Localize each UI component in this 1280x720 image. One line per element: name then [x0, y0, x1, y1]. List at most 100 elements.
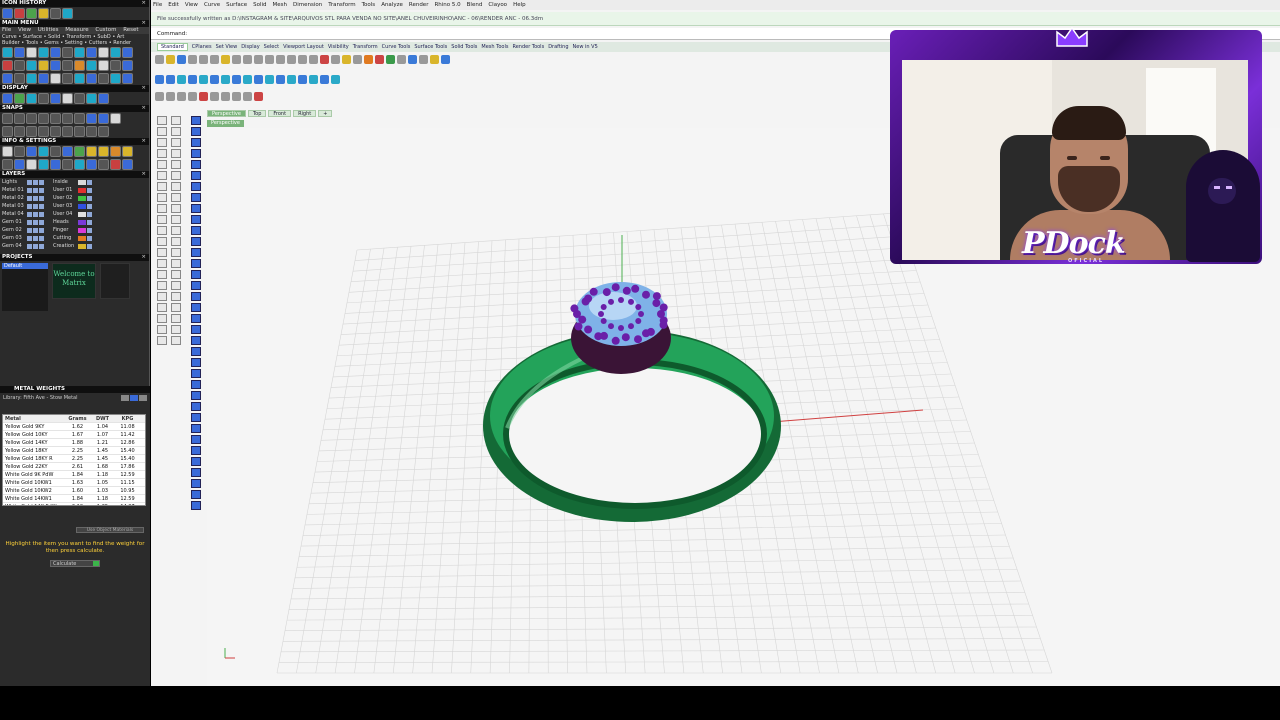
tool-icon[interactable] [74, 73, 85, 84]
new-icon[interactable] [155, 54, 164, 64]
layer-swatch[interactable] [78, 187, 86, 193]
project-thumbnail-empty[interactable] [100, 263, 130, 299]
info-icon[interactable] [38, 159, 49, 170]
info-icon[interactable] [50, 159, 61, 170]
metal-table-row[interactable]: Yellow Gold 10KY 1.67 1.07 11.42 [3, 431, 145, 439]
snap-tool-icon[interactable] [210, 91, 219, 101]
display-icon[interactable] [14, 93, 25, 104]
snap-icon[interactable] [50, 113, 61, 124]
view-icon[interactable] [276, 74, 285, 84]
layer-row[interactable]: Gem 01 Heads [0, 218, 149, 226]
solid-icon[interactable] [191, 171, 201, 180]
surface-icon[interactable] [171, 303, 181, 312]
info-icon[interactable] [110, 146, 121, 157]
scale-icon[interactable] [157, 336, 167, 345]
solid-icon[interactable] [191, 127, 201, 136]
snap-icon[interactable] [26, 113, 37, 124]
tool-icon[interactable] [50, 73, 61, 84]
layer-visibility-icon[interactable] [27, 227, 32, 233]
tool-icon[interactable] [14, 73, 25, 84]
snap-icon[interactable] [86, 126, 97, 137]
redo-icon[interactable] [243, 54, 252, 64]
surface-icon[interactable] [171, 292, 181, 301]
solid-icon[interactable] [191, 380, 201, 389]
info-icon[interactable] [2, 159, 13, 170]
snap-tool-icon[interactable] [221, 91, 230, 101]
toolbar-tab[interactable]: Curve Tools [382, 44, 411, 50]
snap-icon[interactable] [50, 126, 61, 137]
layer-lock-icon[interactable] [33, 187, 38, 193]
layer-swatch[interactable] [78, 235, 86, 241]
layer-visibility-icon[interactable] [27, 219, 32, 225]
circle-icon[interactable] [157, 171, 167, 180]
tool-icon[interactable] [26, 47, 37, 58]
info-icon[interactable] [74, 159, 85, 170]
top-menu-item[interactable]: Blend [467, 2, 483, 8]
tool-icon[interactable] [38, 60, 49, 71]
toolbar-tab[interactable]: Set View [216, 44, 238, 50]
properties-icon[interactable] [353, 54, 362, 64]
tool-icon[interactable] [14, 47, 25, 58]
layer-visibility-icon[interactable] [27, 243, 32, 249]
layer-visibility-icon[interactable] [27, 235, 32, 241]
info-icon[interactable] [62, 146, 73, 157]
snap-tool-icon[interactable] [177, 91, 186, 101]
layer-swatch[interactable] [78, 195, 86, 201]
view-icon[interactable] [298, 74, 307, 84]
snap-icon[interactable] [2, 113, 13, 124]
view-icon[interactable] [155, 74, 164, 84]
save-icon[interactable] [177, 54, 186, 64]
snap-icon[interactable] [26, 126, 37, 137]
metal-table-row[interactable]: Yellow Gold 9KY 1.62 1.04 11.08 [3, 423, 145, 431]
top-menu-item[interactable]: Mesh [273, 2, 287, 8]
display-icon[interactable] [26, 93, 37, 104]
copy-tool-icon[interactable] [157, 314, 167, 323]
snap-tool-icon[interactable] [199, 91, 208, 101]
tool-icon[interactable] [2, 60, 13, 71]
tool-icon[interactable] [110, 60, 121, 71]
tool-icon[interactable] [38, 47, 49, 58]
toolbar-tab[interactable]: Display [241, 44, 259, 50]
layer-visibility-icon[interactable] [87, 187, 92, 193]
line-icon[interactable] [157, 138, 167, 147]
help-icon[interactable] [441, 54, 450, 64]
snap-icon[interactable] [14, 126, 25, 137]
metal-table-row[interactable]: White Gold 10KW2 1.60 1.03 10.95 [3, 487, 145, 495]
tool-icon[interactable] [74, 47, 85, 58]
metal-table-row[interactable]: Yellow Gold 18KY 2.25 1.45 15.40 [3, 447, 145, 455]
tool-icon[interactable] [26, 60, 37, 71]
surface-icon[interactable] [171, 215, 181, 224]
toolbar-tab[interactable]: Visibility [328, 44, 349, 50]
view-icon[interactable] [265, 74, 274, 84]
render-icon[interactable] [364, 54, 373, 64]
history-icon[interactable] [2, 8, 13, 19]
surface-icon[interactable] [171, 204, 181, 213]
snap-icon[interactable] [86, 113, 97, 124]
add-viewport-tab[interactable]: + [318, 110, 333, 117]
project-default[interactable]: Default [2, 263, 48, 269]
display-icon[interactable] [74, 93, 85, 104]
use-object-materials-button[interactable]: Use Object Materials [76, 527, 144, 533]
solid-icon[interactable] [191, 116, 201, 125]
layer-color-icon[interactable] [39, 203, 44, 209]
rectangle-icon[interactable] [157, 204, 167, 213]
info-icon[interactable] [98, 146, 109, 157]
snap-icon[interactable] [62, 126, 73, 137]
metal-table-row[interactable]: Yellow Gold 14KY 1.88 1.21 12.86 [3, 439, 145, 447]
print-icon[interactable] [188, 54, 197, 64]
metal-weights-table[interactable]: Metal Grams DWT KPG Yellow Gold 9KY 1.62 1.04 1… [2, 414, 146, 506]
menu-file[interactable]: File [2, 27, 11, 33]
surface-icon[interactable] [171, 259, 181, 268]
surface-icon[interactable] [171, 138, 181, 147]
solid-icon[interactable] [191, 215, 201, 224]
shade-icon[interactable] [386, 54, 395, 64]
info-icon[interactable] [62, 159, 73, 170]
layer-row[interactable]: Metal 04 User 04 [0, 210, 149, 218]
solid-icon[interactable] [191, 325, 201, 334]
top-menu-item[interactable]: Help [513, 2, 526, 8]
top-menu-item[interactable]: Surface [226, 2, 247, 8]
snap-tool-icon[interactable] [254, 91, 263, 101]
tool-icon[interactable] [50, 47, 61, 58]
surface-icon[interactable] [171, 226, 181, 235]
layer-color-icon[interactable] [39, 243, 44, 249]
